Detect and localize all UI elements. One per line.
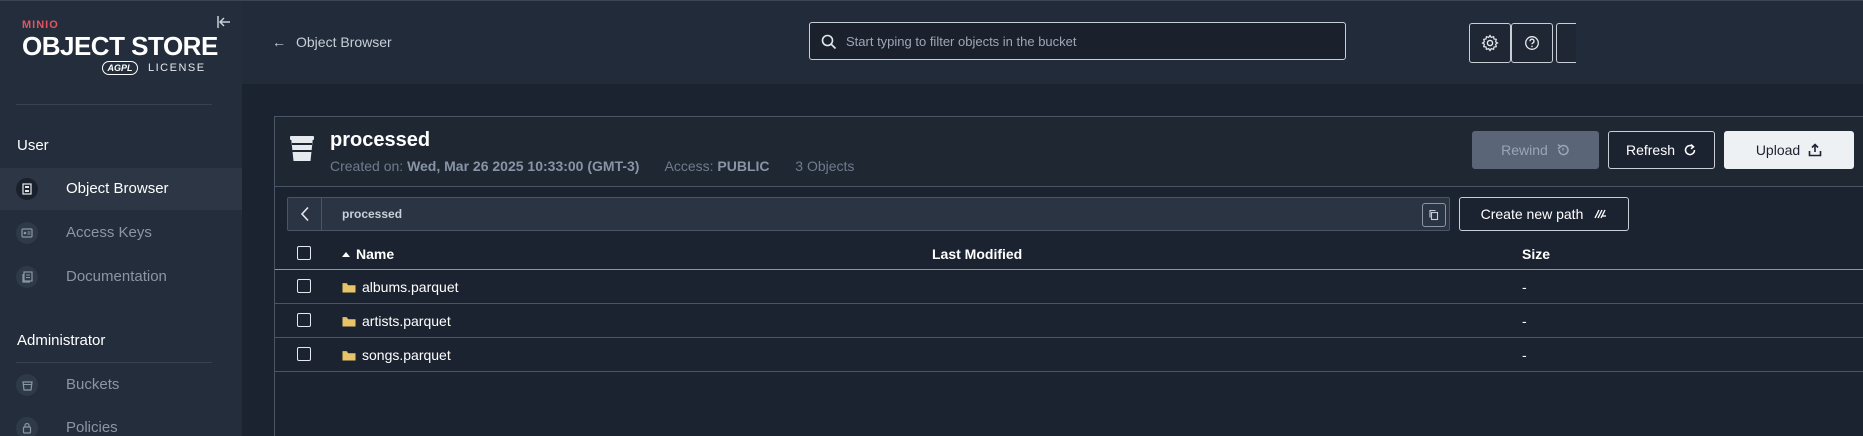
sidebar-divider <box>16 362 212 363</box>
bucket-header: processed Created on: Wed, Mar 26 2025 1… <box>275 117 1863 187</box>
settings-button[interactable] <box>1469 23 1511 63</box>
policies-icon <box>16 417 38 436</box>
collapse-sidebar-icon[interactable] <box>215 13 233 31</box>
row-checkbox[interactable] <box>297 313 311 327</box>
access-label: Access: <box>664 158 714 174</box>
search-box[interactable] <box>809 22 1346 60</box>
created-value: Wed, Mar 26 2025 10:33:00 (GMT-3) <box>407 158 640 174</box>
access-keys-icon <box>16 222 38 244</box>
search-icon <box>821 34 837 50</box>
help-icon <box>1525 36 1539 50</box>
sidebar-divider <box>16 104 212 105</box>
section-label-administrator: Administrator <box>17 332 106 349</box>
copy-icon <box>1429 209 1439 221</box>
rewind-icon <box>1557 143 1569 156</box>
main-content: processed Created on: Wed, Mar 26 2025 1… <box>242 84 1863 436</box>
section-label-user: User <box>17 137 49 154</box>
folder-icon <box>342 350 356 360</box>
folder-icon <box>342 316 356 326</box>
logo-license: LICENSE <box>148 62 206 74</box>
object-size: - <box>1522 279 1527 295</box>
path-bar: processed <box>287 197 1450 231</box>
select-all-checkbox[interactable] <box>297 246 311 260</box>
upload-icon <box>1808 143 1822 157</box>
current-path[interactable]: processed <box>342 207 402 221</box>
sidebar-item-label: Buckets <box>66 376 120 393</box>
object-name-label: songs.parquet <box>362 347 451 363</box>
documentation-icon <box>16 266 38 288</box>
sidebar-item-label: Object Browser <box>66 180 169 197</box>
upload-button[interactable]: Upload <box>1724 131 1854 169</box>
table-row[interactable]: artists.parquet - <box>275 304 1863 338</box>
create-new-path-button[interactable]: Create new path <box>1459 197 1629 231</box>
sidebar: MINIO OBJECT STORE AGPL LICENSE User Obj… <box>0 0 242 436</box>
sidebar-item-label: Policies <box>66 419 118 436</box>
column-header-last-modified[interactable]: Last Modified <box>932 246 1022 262</box>
help-button[interactable] <box>1511 23 1553 63</box>
breadcrumb-label: Object Browser <box>296 34 392 50</box>
object-name-label: albums.parquet <box>362 279 459 295</box>
app-window: MINIO OBJECT STORE AGPL LICENSE User Obj… <box>0 0 1863 436</box>
access-value: PUBLIC <box>717 158 770 174</box>
logo-product: OBJECT STORE <box>22 31 218 61</box>
rewind-label: Rewind <box>1501 142 1548 158</box>
object-name-label: artists.parquet <box>362 313 451 329</box>
refresh-icon <box>1684 143 1696 156</box>
sort-ascending-icon <box>342 251 350 257</box>
copy-path-button[interactable] <box>1422 203 1446 227</box>
row-checkbox[interactable] <box>297 279 311 293</box>
created-label: Created on: <box>330 158 404 174</box>
upload-label: Upload <box>1755 142 1801 158</box>
table-row[interactable]: albums.parquet - <box>275 270 1863 304</box>
refresh-button[interactable]: Refresh <box>1608 131 1715 169</box>
sidebar-item-policies[interactable]: Policies <box>0 407 242 436</box>
folder-icon <box>342 282 356 292</box>
table-row[interactable]: songs.parquet - <box>275 338 1863 372</box>
user-menu-button[interactable] <box>1556 23 1576 63</box>
path-back-button[interactable] <box>288 198 322 230</box>
settings-icon <box>1481 34 1499 52</box>
column-header-name[interactable]: Name <box>342 246 394 262</box>
object-name: artists.parquet <box>342 313 451 329</box>
bucket-panel: processed Created on: Wed, Mar 26 2025 1… <box>274 116 1863 436</box>
column-header-size[interactable]: Size <box>1522 246 1550 262</box>
buckets-icon <box>16 374 38 396</box>
sidebar-item-access-keys[interactable]: Access Keys <box>0 212 242 254</box>
logo-brand: MINIO <box>22 19 59 31</box>
bucket-name: processed <box>330 129 431 151</box>
object-browser-icon <box>16 178 38 200</box>
objects-count: 3 Objects <box>795 158 855 174</box>
top-bar: ← Object Browser <box>242 0 1863 84</box>
back-arrow-icon: ← <box>272 34 286 50</box>
object-size: - <box>1522 347 1527 363</box>
breadcrumb[interactable]: ← Object Browser <box>272 34 392 50</box>
search-input[interactable] <box>846 23 1336 59</box>
row-checkbox[interactable] <box>297 347 311 361</box>
object-name: albums.parquet <box>342 279 459 295</box>
sidebar-item-object-browser[interactable]: Object Browser <box>0 168 242 210</box>
sidebar-item-buckets[interactable]: Buckets <box>0 364 242 406</box>
chevron-left-icon <box>300 206 309 222</box>
logo-agpl-badge: AGPL <box>102 61 138 75</box>
rewind-button[interactable]: Rewind <box>1472 131 1599 169</box>
bucket-meta: Created on: Wed, Mar 26 2025 10:33:00 (G… <box>330 158 854 174</box>
table-header-row: Name Last Modified Size <box>275 237 1863 270</box>
sidebar-item-label: Access Keys <box>66 224 152 241</box>
object-name: songs.parquet <box>342 347 451 363</box>
objects-table: Name Last Modified Size albums.parquet - <box>275 237 1863 372</box>
new-path-icon <box>1594 209 1607 219</box>
bucket-icon <box>290 136 314 161</box>
create-new-path-label: Create new path <box>1480 206 1584 222</box>
sidebar-item-documentation[interactable]: Documentation <box>0 256 242 298</box>
refresh-label: Refresh <box>1625 142 1676 158</box>
sidebar-item-label: Documentation <box>66 268 167 285</box>
minio-logo: MINIO OBJECT STORE AGPL LICENSE <box>22 19 218 79</box>
object-size: - <box>1522 313 1527 329</box>
column-header-name-label: Name <box>356 246 395 262</box>
